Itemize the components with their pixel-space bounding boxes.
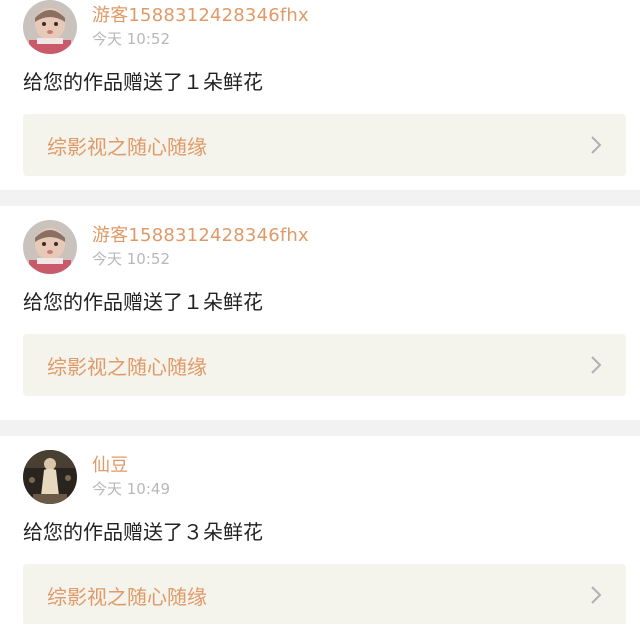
work-title: 综影视之随心随缘 [47, 354, 207, 379]
figure-photo-icon [23, 450, 77, 504]
timestamp: 今天 10:49 [92, 480, 170, 498]
user-name[interactable]: 游客1588312428346fhx [92, 5, 309, 27]
work-link[interactable]: 综影视之随心随缘 [23, 334, 626, 396]
timestamp: 今天 10:52 [92, 250, 170, 268]
notification-message: 给您的作品赠送了３朵鲜花 [23, 520, 263, 544]
notification-card: 游客1588312428346fhx 今天 10:52 给您的作品赠送了１朵鲜花… [0, 206, 640, 420]
notification-header: 游客1588312428346fhx 今天 10:52 [23, 220, 626, 274]
user-meta: 游客1588312428346fhx 今天 10:52 [92, 5, 309, 49]
work-link[interactable]: 综影视之随心随缘 [23, 114, 626, 176]
user-avatar[interactable] [23, 0, 77, 54]
baby-photo-icon [23, 220, 77, 274]
baby-photo-icon [23, 0, 77, 54]
work-title: 综影视之随心随缘 [47, 134, 207, 159]
user-name[interactable]: 游客1588312428346fhx [92, 225, 309, 247]
notification-card: 仙豆 今天 10:49 给您的作品赠送了３朵鲜花 综影视之随心随缘 [0, 436, 640, 624]
notification-header: 仙豆 今天 10:49 [23, 450, 626, 504]
notification-feed: 游客1588312428346fhx 今天 10:52 给您的作品赠送了１朵鲜花… [0, 0, 640, 624]
work-link[interactable]: 综影视之随心随缘 [23, 564, 626, 624]
user-meta: 游客1588312428346fhx 今天 10:52 [92, 225, 309, 269]
user-meta: 仙豆 今天 10:49 [92, 455, 170, 499]
chevron-right-icon [591, 356, 602, 374]
chevron-right-icon [591, 586, 602, 604]
user-name[interactable]: 仙豆 [92, 455, 170, 477]
notification-card: 游客1588312428346fhx 今天 10:52 给您的作品赠送了１朵鲜花… [0, 0, 640, 190]
notification-message: 给您的作品赠送了１朵鲜花 [23, 290, 263, 314]
timestamp: 今天 10:52 [92, 30, 170, 48]
notification-header: 游客1588312428346fhx 今天 10:52 [23, 0, 626, 54]
chevron-right-icon [591, 136, 602, 154]
notification-message: 给您的作品赠送了１朵鲜花 [23, 70, 263, 94]
user-avatar[interactable] [23, 220, 77, 274]
user-avatar[interactable] [23, 450, 77, 504]
work-title: 综影视之随心随缘 [47, 584, 207, 609]
